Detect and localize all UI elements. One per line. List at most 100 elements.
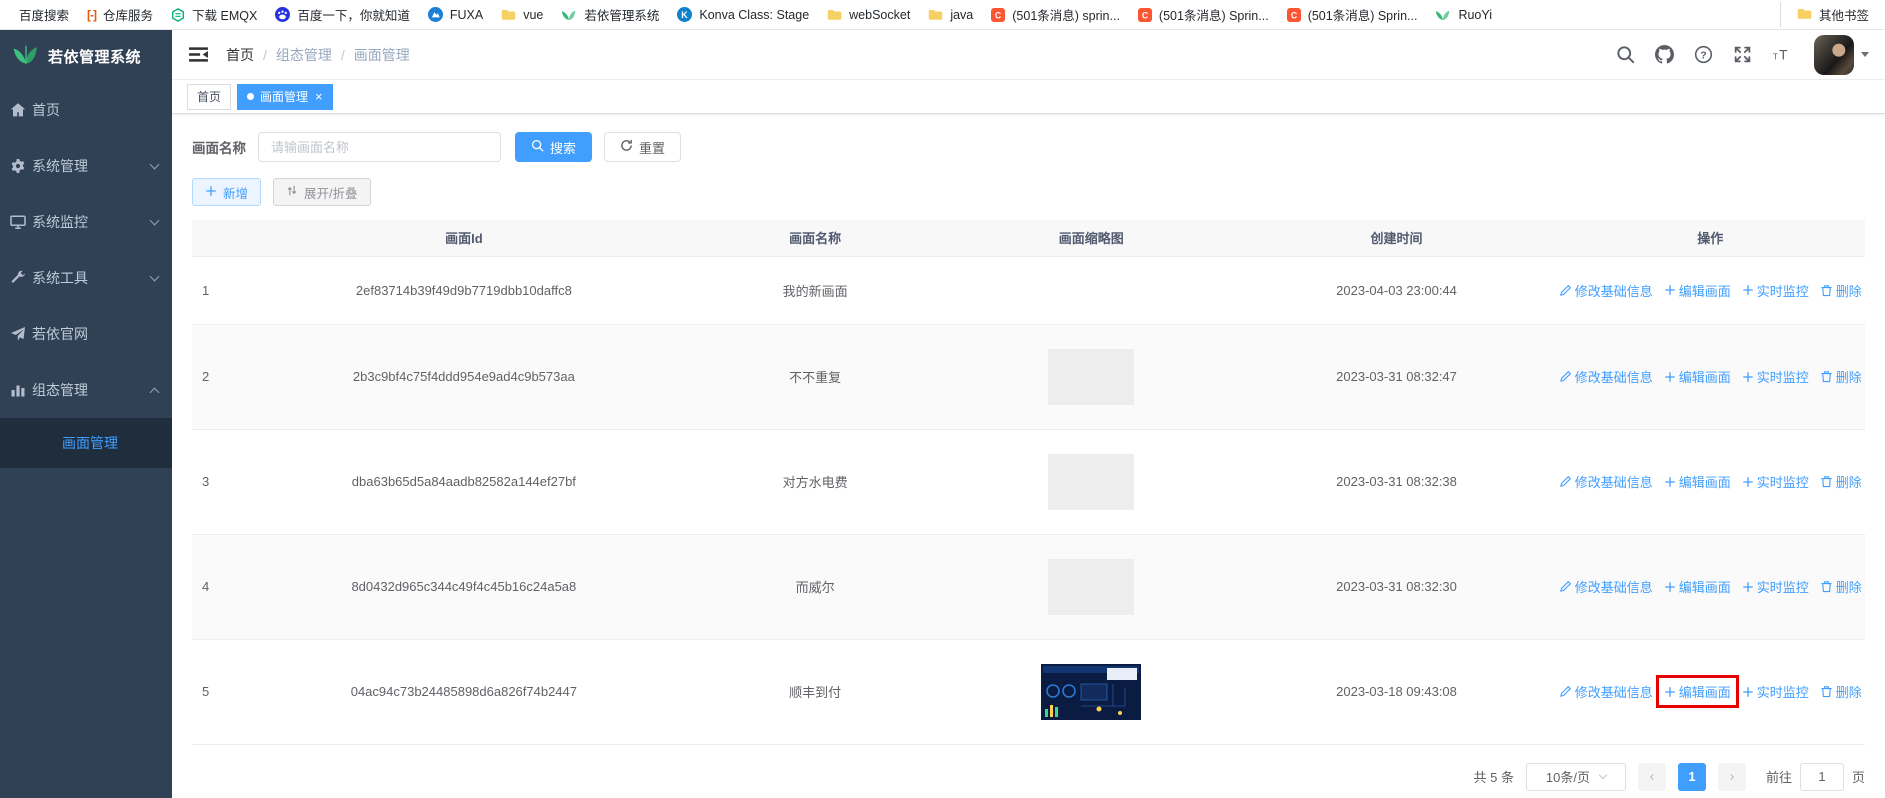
bookmark-item[interactable]: C(501条消息) sprin... (982, 2, 1129, 27)
bracket-icon: [-] (87, 8, 96, 22)
action-label: 删除 (1836, 281, 1862, 300)
bookmark-label: RuoYi (1458, 8, 1492, 22)
realtime-monitor-link[interactable]: 实时监控 (1742, 682, 1809, 701)
bookmark-item[interactable]: 若依管理系统 (552, 2, 668, 27)
edit-basic-info-link[interactable]: 修改基础信息 (1559, 472, 1653, 491)
hexagon-icon (171, 8, 185, 22)
edit-screen-link[interactable]: 编辑画面 (1664, 577, 1731, 596)
edit-basic-info-link[interactable]: 修改基础信息 (1559, 281, 1653, 300)
bookmark-item[interactable]: java (919, 5, 982, 25)
prev-page-button[interactable]: ‹ (1638, 763, 1666, 791)
sidebar-item-若依官网[interactable]: 若依官网 (0, 306, 172, 362)
jump-page-input[interactable] (1800, 763, 1844, 791)
sidebar-item-label: 若依官网 (32, 324, 88, 344)
reset-button-label: 重置 (639, 138, 665, 157)
breadcrumb-item[interactable]: 组态管理 (276, 45, 332, 65)
monitor-icon (9, 214, 26, 231)
realtime-monitor-link[interactable]: 实时监控 (1742, 472, 1809, 491)
help-icon[interactable]: ? (1693, 45, 1713, 65)
screen-thumbnail-image[interactable] (951, 664, 1232, 720)
folder-icon (827, 8, 842, 21)
screens-table: 画面Id画面名称画面缩略图创建时间操作 12ef83714b39f49d9b77… (192, 220, 1865, 745)
action-label: 实时监控 (1757, 682, 1809, 701)
bookmark-item[interactable]: FUXA (419, 4, 492, 25)
search-button[interactable]: 搜索 (515, 132, 592, 162)
folder-icon (501, 8, 516, 21)
close-icon[interactable]: × (315, 90, 323, 103)
edit-basic-info-link[interactable]: 修改基础信息 (1559, 367, 1653, 386)
screen-thumbnail-cell (945, 534, 1238, 639)
bookmark-item[interactable]: 下载 EMQX (162, 2, 266, 27)
trash-icon (1820, 580, 1833, 593)
bookmark-item[interactable]: [-]仓库服务 (78, 2, 162, 27)
delete-link[interactable]: 删除 (1820, 577, 1862, 596)
realtime-monitor-link[interactable]: 实时监控 (1742, 577, 1809, 596)
svg-text:?: ? (1700, 49, 1706, 61)
sidebar-item-首页[interactable]: 首页 (0, 82, 172, 138)
sidebar-item-系统工具[interactable]: 系统工具 (0, 250, 172, 306)
bookmark-item[interactable]: 百度搜索 (10, 2, 78, 27)
expand-collapse-button[interactable]: 展开/折叠 (273, 178, 370, 206)
bookmark-item[interactable]: KKonva Class: Stage (668, 4, 818, 25)
trash-icon (1820, 284, 1833, 297)
edit-basic-info-link[interactable]: 修改基础信息 (1559, 577, 1653, 596)
tag-首页[interactable]: 首页 (187, 84, 231, 110)
edit-screen-link[interactable]: 编辑画面 (1664, 281, 1731, 300)
sidebar-item-组态管理[interactable]: 组态管理 (0, 362, 172, 418)
chevron-down-icon (1599, 771, 1607, 779)
screen-name-input[interactable] (258, 132, 501, 162)
baidu-paw-icon (275, 7, 290, 22)
row-index: 2 (192, 324, 242, 429)
next-page-button[interactable]: › (1718, 763, 1746, 791)
row-index: 5 (192, 639, 242, 744)
action-label: 修改基础信息 (1575, 367, 1653, 386)
bookmark-item[interactable]: RuoYi (1426, 5, 1501, 25)
plus-icon (1664, 476, 1676, 488)
table-header-row: 画面Id画面名称画面缩略图创建时间操作 (192, 220, 1865, 256)
action-label: 实时监控 (1757, 281, 1809, 300)
tag-画面管理[interactable]: 画面管理× (237, 84, 333, 110)
bookmark-item[interactable]: vue (492, 5, 552, 25)
row-actions: 修改基础信息 编辑画面 实时监控 删除 (1555, 324, 1865, 429)
sidebar-item-系统管理[interactable]: 系统管理 (0, 138, 172, 194)
search-icon[interactable] (1615, 45, 1635, 65)
top-navbar: 首页/组态管理/画面管理 ? TT (172, 30, 1885, 80)
reset-button[interactable]: 重置 (604, 132, 681, 162)
breadcrumb-item[interactable]: 首页 (226, 45, 254, 65)
user-menu[interactable] (1814, 35, 1869, 75)
realtime-monitor-link[interactable]: 实时监控 (1742, 281, 1809, 300)
edit-screen-link[interactable]: 编辑画面 (1664, 472, 1731, 491)
sidebar-collapse-icon[interactable] (188, 44, 210, 66)
sidebar: 若依管理系统 首页 系统管理 系统监控 系统工具 若依官网 组态管理画面管理 (0, 30, 172, 798)
table-toolbar: 新增 展开/折叠 (192, 178, 1865, 206)
delete-link[interactable]: 删除 (1820, 281, 1862, 300)
delete-link[interactable]: 删除 (1820, 472, 1862, 491)
column-header-操作: 操作 (1555, 220, 1865, 256)
sidebar-subitem-画面管理[interactable]: 画面管理 (0, 418, 172, 468)
page-1-button[interactable]: 1 (1678, 763, 1706, 791)
other-bookmarks-button[interactable]: 其他书签 (1780, 2, 1875, 27)
edit-screen-link[interactable]: 编辑画面 (1656, 675, 1739, 708)
bookmark-item[interactable]: 百度一下，你就知道 (266, 2, 419, 27)
page-size-select[interactable]: 10条/页 (1526, 763, 1626, 791)
bookmark-item[interactable]: C(501条消息) Sprin... (1129, 2, 1278, 27)
font-size-icon[interactable]: TT (1771, 45, 1791, 65)
column-header-index (192, 220, 242, 256)
breadcrumb-separator: / (263, 47, 267, 63)
bookmark-item[interactable]: C(501条消息) Sprin... (1278, 2, 1427, 27)
realtime-monitor-link[interactable]: 实时监控 (1742, 367, 1809, 386)
add-button[interactable]: 新增 (192, 178, 261, 206)
fullscreen-icon[interactable] (1732, 45, 1752, 65)
github-icon[interactable] (1654, 45, 1674, 65)
app-title: 若依管理系统 (48, 46, 141, 67)
delete-link[interactable]: 删除 (1820, 367, 1862, 386)
row-index: 1 (192, 256, 242, 324)
bookmark-label: (501条消息) Sprin... (1159, 5, 1269, 24)
edit-basic-info-link[interactable]: 修改基础信息 (1559, 682, 1653, 701)
delete-link[interactable]: 删除 (1820, 682, 1862, 701)
row-index: 4 (192, 534, 242, 639)
csdn-icon: C (1287, 8, 1301, 22)
bookmark-item[interactable]: webSocket (818, 5, 919, 25)
sidebar-item-系统监控[interactable]: 系统监控 (0, 194, 172, 250)
edit-screen-link[interactable]: 编辑画面 (1664, 367, 1731, 386)
